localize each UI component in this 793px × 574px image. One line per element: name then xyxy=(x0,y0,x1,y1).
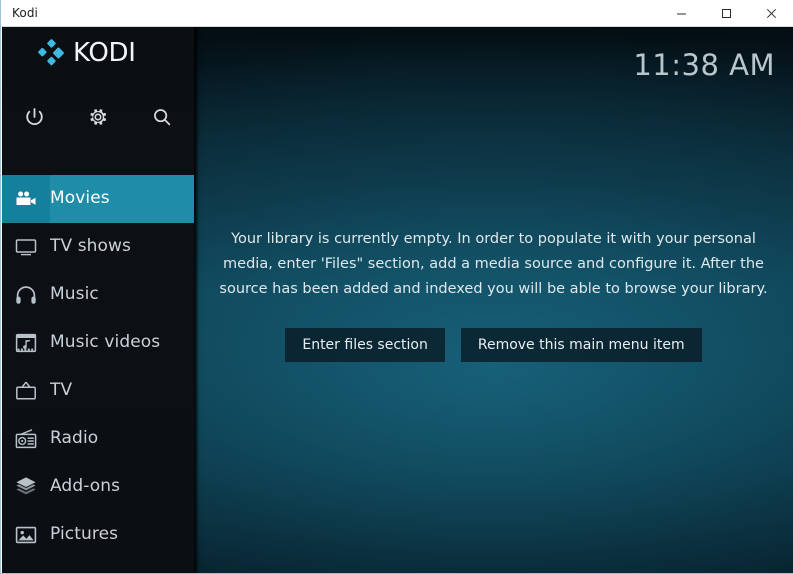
action-button-row: Enter files section Remove this main men… xyxy=(285,327,702,362)
sidebar-item-tv-shows[interactable]: TV shows xyxy=(2,223,194,271)
enter-files-section-button[interactable]: Enter files section xyxy=(285,327,445,362)
window-title: Kodi xyxy=(12,6,38,20)
sidebar-shadow-edge xyxy=(194,27,199,573)
film-strip-icon xyxy=(2,559,50,573)
window-controls xyxy=(659,0,793,27)
power-button[interactable] xyxy=(2,89,66,145)
sidebar-item-pictures[interactable]: Pictures xyxy=(2,511,194,559)
empty-library-message: Your library is currently empty. In orde… xyxy=(219,230,768,297)
sidebar-item-label: Music videos xyxy=(50,332,161,352)
kodi-logo: KODI xyxy=(38,39,136,67)
sidebar-item-tv[interactable]: TV xyxy=(2,367,194,415)
sidebar-item-videos[interactable]: Videos xyxy=(2,559,194,573)
sidebar-item-movies[interactable]: Movies xyxy=(2,175,194,223)
main-content: Your library is currently empty. In orde… xyxy=(194,27,793,573)
search-icon xyxy=(154,109,171,126)
kodi-window: Kodi 11:38 AM Your library is currently … xyxy=(0,0,793,574)
picture-icon xyxy=(2,511,50,559)
sidebar-item-label: Pictures xyxy=(50,524,119,544)
television-icon xyxy=(2,223,50,271)
settings-button[interactable] xyxy=(66,89,130,145)
kodi-diamond-k-logo-icon xyxy=(38,39,64,66)
sidebar-item-radio[interactable]: Radio xyxy=(2,415,194,463)
minimize-icon xyxy=(677,13,686,15)
sidebar-toolbar xyxy=(2,89,194,145)
sidebar-item-label: Add-ons xyxy=(50,476,121,496)
power-icon xyxy=(25,107,43,125)
sidebar-menu: Movies TV shows Music Music videos TV Ra… xyxy=(2,175,194,573)
kodi-wordmark: KODI xyxy=(73,38,136,68)
remove-main-menu-item-button[interactable]: Remove this main menu item xyxy=(460,327,702,362)
close-icon xyxy=(766,8,777,19)
maximize-icon xyxy=(722,9,731,18)
sidebar-item-add-ons[interactable]: Add-ons xyxy=(2,463,194,511)
sidebar-item-label: TV xyxy=(50,380,73,400)
sidebar-item-music-videos[interactable]: Music videos xyxy=(2,319,194,367)
sidebar-item-label: Radio xyxy=(50,428,99,448)
minimize-button[interactable] xyxy=(659,0,704,27)
music-video-icon xyxy=(2,319,50,367)
sidebar-item-label: Movies xyxy=(50,188,110,208)
sidebar-item-music[interactable]: Music xyxy=(2,271,194,319)
package-box-icon xyxy=(2,463,50,511)
window-title-bar: Kodi xyxy=(1,0,793,27)
headphones-icon xyxy=(2,271,50,319)
kodi-client-area: 11:38 AM Your library is currently empty… xyxy=(2,27,793,573)
sidebar-item-label: TV shows xyxy=(50,236,132,256)
close-button[interactable] xyxy=(749,0,793,27)
sidebar-item-label: Music xyxy=(50,284,99,304)
movie-camera-icon xyxy=(2,175,50,223)
gear-icon xyxy=(90,109,107,125)
radio-icon xyxy=(2,415,50,463)
maximize-button[interactable] xyxy=(704,0,749,27)
sidebar: KODI Movies TV shows Music Music videos … xyxy=(2,27,194,573)
tv-antenna-icon xyxy=(2,367,50,415)
search-button[interactable] xyxy=(130,89,194,145)
